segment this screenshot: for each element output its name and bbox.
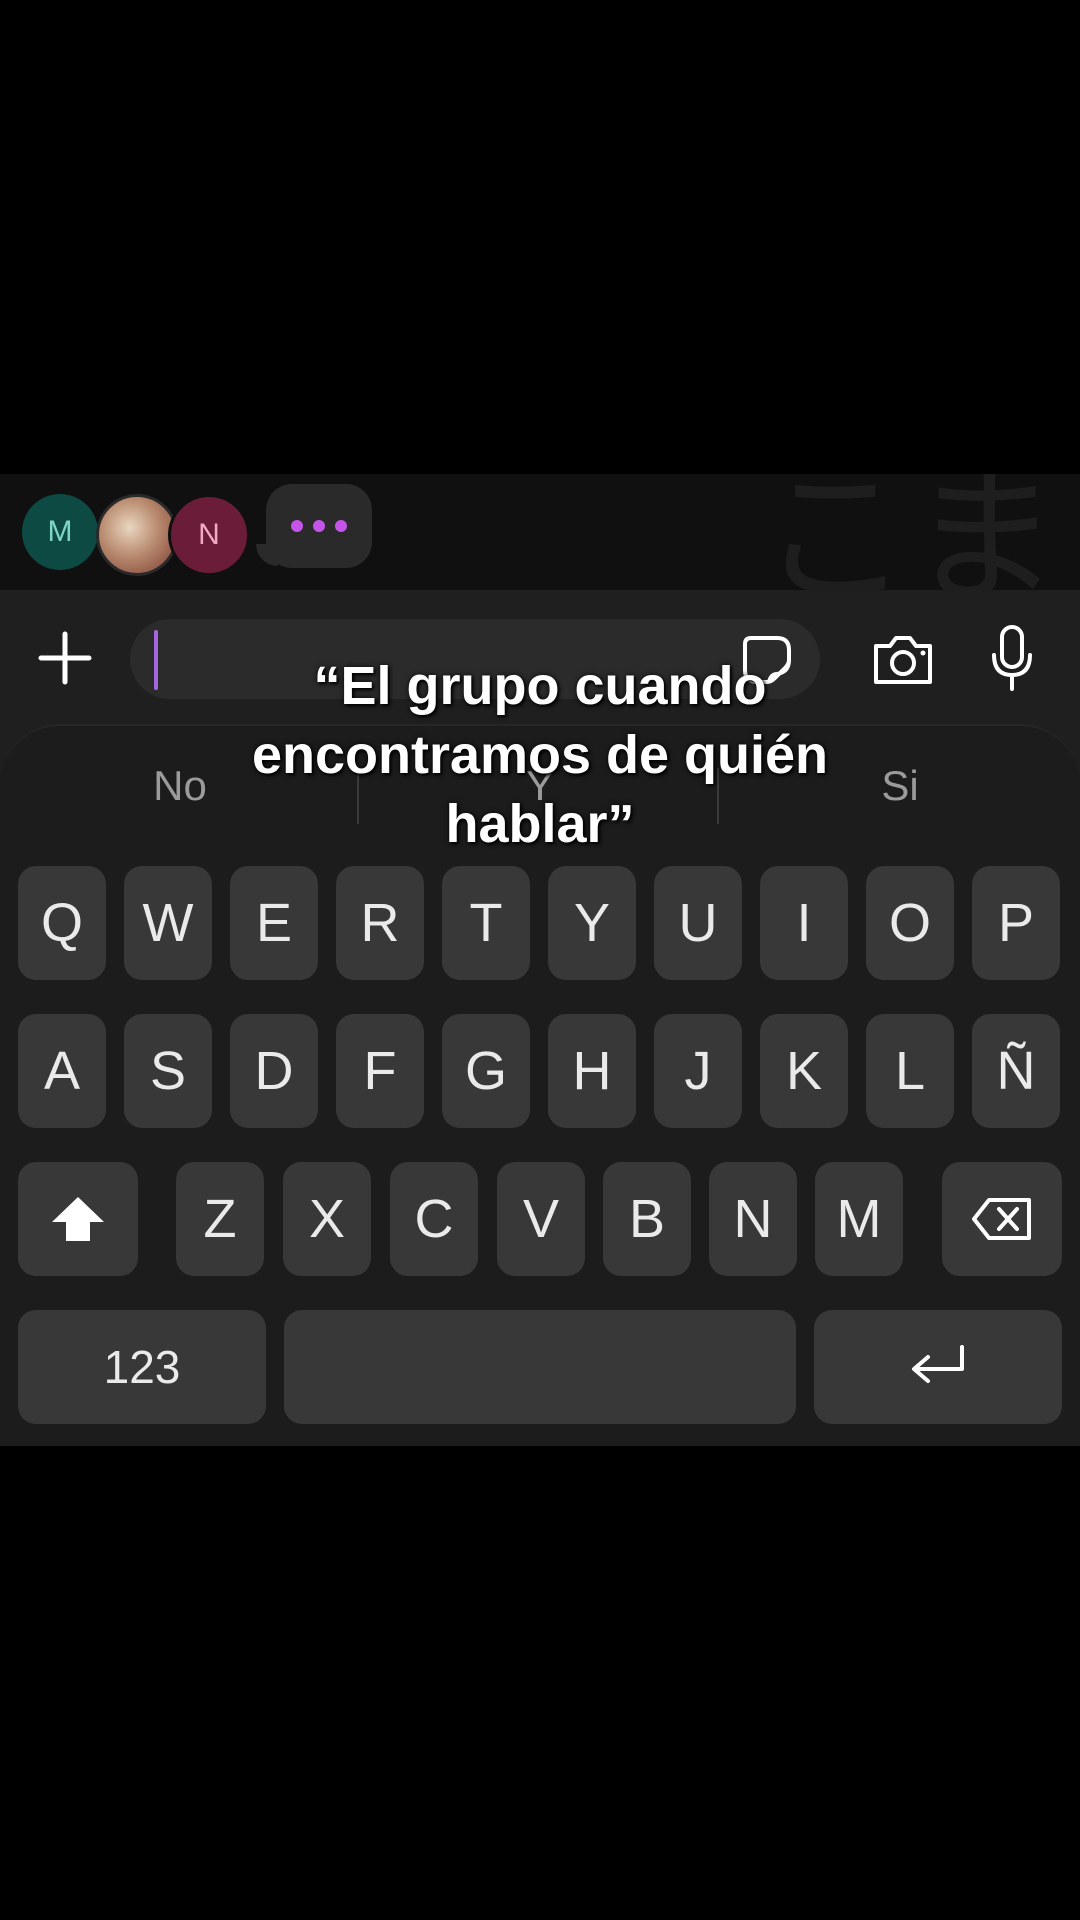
key-a[interactable]: A: [18, 1014, 106, 1128]
key-s[interactable]: S: [124, 1014, 212, 1128]
key-g[interactable]: G: [442, 1014, 530, 1128]
typing-dot: [291, 520, 303, 532]
key-l[interactable]: L: [866, 1014, 954, 1128]
key-h[interactable]: H: [548, 1014, 636, 1128]
wallpaper-glyph: こま: [759, 474, 1060, 590]
avatar-m[interactable]: M: [22, 494, 98, 570]
key-f[interactable]: F: [336, 1014, 424, 1128]
key-m[interactable]: M: [815, 1162, 903, 1276]
key-i[interactable]: I: [760, 866, 848, 980]
key-e[interactable]: E: [230, 866, 318, 980]
key-k[interactable]: K: [760, 1014, 848, 1128]
microphone-icon[interactable]: [984, 622, 1040, 696]
key-w[interactable]: W: [124, 866, 212, 980]
enter-key[interactable]: [814, 1310, 1062, 1424]
key-t[interactable]: T: [442, 866, 530, 980]
typing-dot: [313, 520, 325, 532]
key-v[interactable]: V: [497, 1162, 585, 1276]
key-z[interactable]: Z: [176, 1162, 264, 1276]
shift-arrow-icon: [52, 1197, 104, 1241]
key-y[interactable]: Y: [548, 866, 636, 980]
shift-key[interactable]: [18, 1162, 138, 1276]
key-p[interactable]: P: [972, 866, 1060, 980]
plus-icon[interactable]: [30, 620, 100, 696]
key-n-tilde[interactable]: Ñ: [972, 1014, 1060, 1128]
caption-text: “El grupo cuando encontramos de quién ha…: [251, 656, 829, 854]
avatar-initial: M: [47, 515, 73, 548]
key-x[interactable]: X: [283, 1162, 371, 1276]
avatar-n[interactable]: N: [168, 494, 250, 576]
avatar-photo[interactable]: [96, 494, 178, 576]
enter-return-icon: [912, 1345, 964, 1383]
key-d[interactable]: D: [230, 1014, 318, 1128]
space-key[interactable]: [284, 1310, 796, 1424]
key-o[interactable]: O: [866, 866, 954, 980]
key-u[interactable]: U: [654, 866, 742, 980]
backspace-key[interactable]: [942, 1162, 1062, 1276]
numbers-key[interactable]: 123: [18, 1310, 266, 1424]
key-q[interactable]: Q: [18, 866, 106, 980]
typing-indicator: [256, 484, 372, 568]
key-j[interactable]: J: [654, 1014, 742, 1128]
backspace-icon: [972, 1198, 1031, 1240]
key-b[interactable]: B: [603, 1162, 691, 1276]
key-r[interactable]: R: [336, 866, 424, 980]
key-c[interactable]: C: [390, 1162, 478, 1276]
typing-dot: [335, 520, 347, 532]
avatar-initial: N: [198, 518, 220, 551]
key-n[interactable]: N: [709, 1162, 797, 1276]
